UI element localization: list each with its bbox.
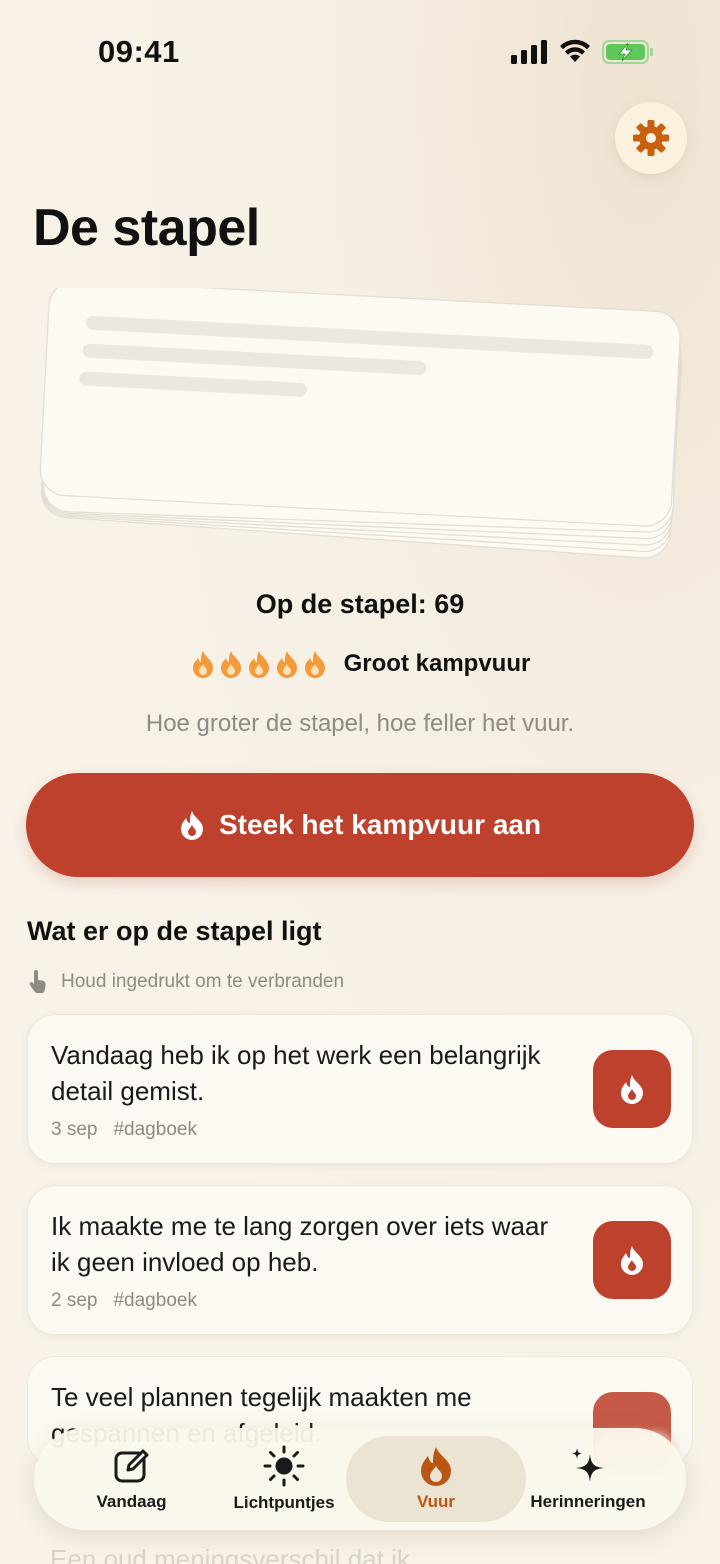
status-bar: 09:41 <box>0 0 720 100</box>
flame-icon <box>621 1075 643 1104</box>
flame-icon <box>621 1246 643 1275</box>
flame-icon <box>274 650 300 678</box>
entry-date: 2 sep <box>51 1290 98 1311</box>
edit-icon <box>114 1449 148 1483</box>
wifi-icon <box>560 39 590 62</box>
entry-date: 3 sep <box>51 1119 98 1140</box>
page-title: De stapel <box>33 199 260 257</box>
faded-entry-text: Een oud meningsverschil dat ik <box>50 1544 410 1564</box>
hold-hint-text: Houd ingedrukt om te verbranden <box>61 971 345 992</box>
cellular-signal-icon <box>511 40 547 64</box>
tab-vuur[interactable]: Vuur <box>346 1436 526 1522</box>
scroll-fade: Een oud meningsverschil dat ik <box>0 1530 720 1564</box>
sun-icon <box>263 1445 305 1487</box>
entry-tag: #dagboek <box>113 1290 197 1311</box>
card-stack-illustration <box>36 280 686 573</box>
tab-label: Lichtpuntjes <box>233 1493 335 1512</box>
ignite-button-label: Steek het kampvuur aan <box>218 809 542 840</box>
tab-herinneringen[interactable]: Herinneringen <box>522 1428 654 1530</box>
entry-tag: #dagboek <box>113 1119 197 1140</box>
entry-meta: 2 sep #dagboek <box>51 1290 197 1312</box>
burn-button[interactable] <box>593 1050 671 1128</box>
flame-rating <box>190 650 328 678</box>
flame-icon <box>218 650 244 678</box>
fire-level-row: Groot kampvuur <box>0 650 720 678</box>
bottom-tab-bar: Vandaag Lichtpuntjes Vuur Herinneringen <box>34 1428 686 1530</box>
list-item[interactable]: Vandaag heb ik op het werk een belangrij… <box>27 1014 693 1164</box>
entry-text: Vandaag heb ik op het werk een belangrij… <box>51 1040 541 1106</box>
flame-icon <box>246 650 272 678</box>
flame-icon <box>302 650 328 678</box>
list-item[interactable]: Ik maakte me te lang zorgen over iets wa… <box>27 1185 693 1335</box>
fire-level-label: Groot kampvuur <box>343 650 531 677</box>
hold-hint: Houd ingedrukt om te verbranden <box>27 970 344 994</box>
burn-button[interactable] <box>593 1221 671 1299</box>
tab-label: Herinneringen <box>530 1492 646 1511</box>
tab-vandaag[interactable]: Vandaag <box>44 1428 219 1530</box>
tab-lichtpuntjes[interactable]: Lichtpuntjes <box>204 1428 364 1530</box>
ignite-campfire-button[interactable]: Steek het kampvuur aan <box>26 773 694 877</box>
hand-pointer-icon <box>29 970 46 994</box>
flame-icon <box>180 811 203 840</box>
entry-text: Ik maakte me te lang zorgen over iets wa… <box>51 1211 549 1277</box>
settings-button[interactable] <box>615 102 687 174</box>
tab-label: Vandaag <box>96 1492 167 1511</box>
section-title: Wat er op de stapel ligt <box>27 916 322 946</box>
app-screen: 09:41 De stapel Op de stapel: 69 Groot k… <box>0 0 720 1564</box>
entry-meta: 3 sep #dagboek <box>51 1119 197 1141</box>
stack-count: Op de stapel: 69 <box>255 589 465 619</box>
battery-charging-icon <box>602 40 653 64</box>
flame-icon <box>421 1447 451 1486</box>
tab-label: Vuur <box>416 1492 456 1511</box>
gear-icon <box>633 120 669 156</box>
sparkles-icon <box>572 1448 604 1482</box>
flame-icon <box>190 650 216 678</box>
status-time: 09:41 <box>98 34 180 69</box>
stack-hint: Hoe groter de stapel, hoe feller het vuu… <box>145 710 575 737</box>
